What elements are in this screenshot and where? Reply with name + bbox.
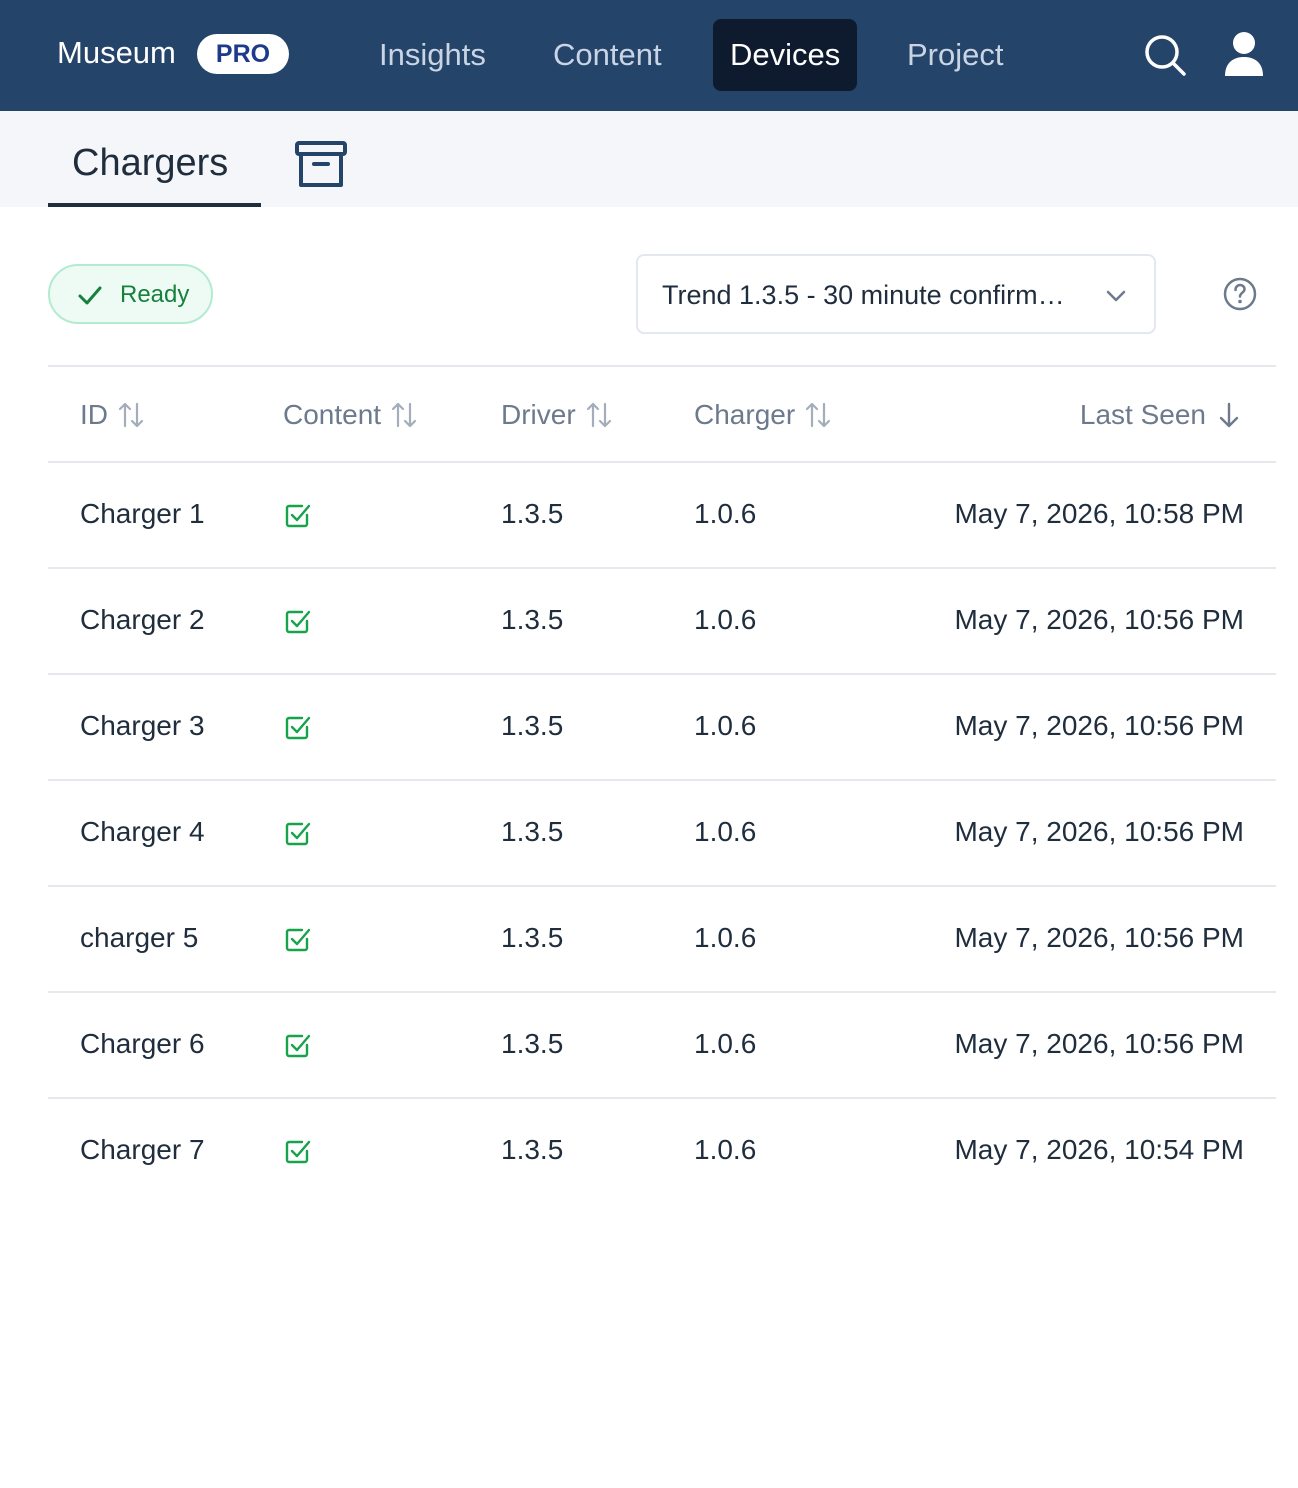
cell-id: Charger 2 xyxy=(80,604,205,635)
search-icon[interactable] xyxy=(1142,32,1188,78)
table-header: ID Content Driver Charger Last Seen xyxy=(48,365,1276,463)
version-select[interactable]: Trend 1.3.5 - 30 minute confirm… xyxy=(636,254,1156,334)
brand-name[interactable]: Museum xyxy=(57,34,176,72)
cell-id: Charger 4 xyxy=(80,816,205,847)
table-row[interactable]: Charger 4 1.3.5 1.0.6 May 7, 2026, 10:56… xyxy=(48,781,1276,887)
cell-id: Charger 6 xyxy=(80,1028,205,1059)
nav-project[interactable]: Project xyxy=(890,19,1020,91)
cell-charger: 1.0.6 xyxy=(694,604,757,635)
sort-icon xyxy=(389,400,419,430)
table-row[interactable]: Charger 3 1.3.5 1.0.6 May 7, 2026, 10:56… xyxy=(48,675,1276,781)
column-header-driver[interactable]: Driver xyxy=(501,397,614,433)
cell-driver: 1.3.5 xyxy=(501,922,564,953)
status-filter-ready[interactable]: Ready xyxy=(48,264,213,324)
table-row[interactable]: Charger 6 1.3.5 1.0.6 May 7, 2026, 10:56… xyxy=(48,993,1276,1099)
sort-icon xyxy=(116,400,146,430)
pro-badge: PRO xyxy=(197,34,289,74)
cell-charger: 1.0.6 xyxy=(694,1028,757,1059)
table-row[interactable]: Charger 2 1.3.5 1.0.6 May 7, 2026, 10:56… xyxy=(48,569,1276,675)
table-row[interactable]: Charger 1 1.3.5 1.0.6 May 7, 2026, 10:58… xyxy=(48,463,1276,569)
check-square-icon xyxy=(284,925,312,953)
user-icon[interactable] xyxy=(1222,30,1266,78)
sub-header: Chargers xyxy=(0,111,1298,207)
cell-driver: 1.3.5 xyxy=(501,816,564,847)
nav-devices[interactable]: Devices xyxy=(713,19,858,91)
table-row[interactable]: Charger 7 1.3.5 1.0.6 May 7, 2026, 10:54… xyxy=(48,1099,1276,1205)
column-header-last-seen[interactable]: Last Seen xyxy=(1080,397,1244,433)
cell-driver: 1.3.5 xyxy=(501,1028,564,1059)
check-square-icon xyxy=(284,501,312,529)
check-square-icon xyxy=(284,1031,312,1059)
cell-driver: 1.3.5 xyxy=(501,1134,564,1165)
cell-id: charger 5 xyxy=(80,922,199,953)
cell-last-seen: May 7, 2026, 10:56 PM xyxy=(954,1028,1244,1059)
cell-last-seen: May 7, 2026, 10:58 PM xyxy=(954,498,1244,529)
check-icon xyxy=(77,282,103,308)
cell-id: Charger 1 xyxy=(80,498,205,529)
column-header-charger[interactable]: Charger xyxy=(694,397,833,433)
check-square-icon xyxy=(284,819,312,847)
help-icon[interactable] xyxy=(1222,276,1258,312)
chevron-down-icon xyxy=(1102,282,1130,310)
cell-last-seen: May 7, 2026, 10:56 PM xyxy=(954,604,1244,635)
cell-last-seen: May 7, 2026, 10:56 PM xyxy=(954,710,1244,741)
chargers-table: ID Content Driver Charger Last Seen Char xyxy=(48,365,1276,1205)
cell-driver: 1.3.5 xyxy=(501,604,564,635)
tab-chargers-label: Chargers xyxy=(72,142,229,184)
column-header-content[interactable]: Content xyxy=(283,397,419,433)
cell-charger: 1.0.6 xyxy=(694,710,757,741)
tab-active-indicator xyxy=(48,203,261,207)
sort-icon xyxy=(584,400,614,430)
column-header-id[interactable]: ID xyxy=(80,397,146,433)
check-square-icon xyxy=(284,607,312,635)
cell-charger: 1.0.6 xyxy=(694,1134,757,1165)
cell-id: Charger 7 xyxy=(80,1134,205,1165)
cell-last-seen: May 7, 2026, 10:54 PM xyxy=(954,1134,1244,1165)
status-filter-label: Ready xyxy=(120,281,190,308)
check-square-icon xyxy=(284,713,312,741)
cell-id: Charger 3 xyxy=(80,710,205,741)
cell-last-seen: May 7, 2026, 10:56 PM xyxy=(954,922,1244,953)
sort-icon xyxy=(803,400,833,430)
nav-insights[interactable]: Insights xyxy=(362,19,503,91)
cell-driver: 1.3.5 xyxy=(501,498,564,529)
check-square-icon xyxy=(284,1137,312,1165)
tab-chargers[interactable]: Chargers xyxy=(48,111,261,207)
cell-charger: 1.0.6 xyxy=(694,922,757,953)
top-nav: Museum PRO Insights Content Devices Proj… xyxy=(0,0,1298,111)
cell-charger: 1.0.6 xyxy=(694,816,757,847)
cell-driver: 1.3.5 xyxy=(501,710,564,741)
sort-desc-icon xyxy=(1214,400,1244,430)
nav-content[interactable]: Content xyxy=(536,19,679,91)
archive-icon[interactable] xyxy=(294,140,348,190)
version-select-value: Trend 1.3.5 - 30 minute confirm… xyxy=(662,280,1065,310)
cell-charger: 1.0.6 xyxy=(694,498,757,529)
table-row[interactable]: charger 5 1.3.5 1.0.6 May 7, 2026, 10:56… xyxy=(48,887,1276,993)
cell-last-seen: May 7, 2026, 10:56 PM xyxy=(954,816,1244,847)
